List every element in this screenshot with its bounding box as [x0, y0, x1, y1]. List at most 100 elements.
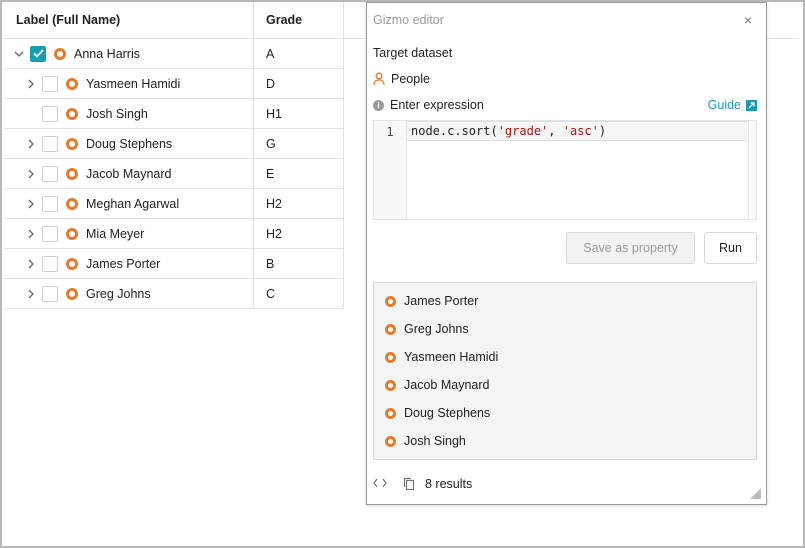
node-icon — [66, 137, 78, 150]
row-name: Greg Johns — [86, 286, 151, 301]
row-checkbox[interactable] — [42, 135, 58, 152]
node-icon — [385, 407, 396, 419]
code-suffix: ) — [598, 124, 607, 138]
code-view-icon[interactable] — [373, 477, 393, 491]
table-row[interactable]: Greg Johns C — [4, 279, 343, 309]
row-checkbox[interactable] — [42, 255, 58, 272]
code-arg-order: 'asc' — [562, 124, 599, 138]
node-icon — [66, 287, 78, 300]
result-item[interactable]: Greg Johns — [374, 315, 756, 343]
result-item[interactable]: Doug Stephens — [374, 399, 756, 427]
row-name: Josh Singh — [86, 106, 148, 121]
result-item[interactable]: James Porter — [374, 287, 756, 315]
result-item[interactable]: Yasmeen Hamidi — [374, 343, 756, 371]
code-arg-field: 'grade' — [497, 124, 549, 138]
grade-cell: A — [266, 46, 275, 61]
result-name: Jacob Maynard — [404, 378, 490, 392]
row-checkbox[interactable] — [42, 195, 58, 212]
run-button[interactable]: Run — [704, 232, 757, 264]
table-row[interactable]: Josh Singh H1 — [4, 99, 343, 129]
chevron-right-icon[interactable] — [24, 197, 38, 211]
save-as-property-button[interactable]: Save as property — [566, 232, 695, 264]
table-row[interactable]: Doug Stephens G — [4, 129, 343, 159]
label-cell: Yasmeen Hamidi — [4, 69, 254, 98]
grade-cell: D — [266, 76, 276, 91]
row-name: James Porter — [86, 256, 161, 271]
chevron-right-icon[interactable] — [24, 137, 38, 151]
guide-link[interactable]: Guide — [708, 98, 757, 112]
result-name: Yasmeen Hamidi — [404, 350, 499, 364]
column-header-grade[interactable]: Grade — [254, 2, 343, 38]
editor-scrollbar[interactable] — [748, 121, 756, 219]
node-icon — [385, 323, 396, 335]
label-cell: Mia Meyer — [4, 219, 254, 248]
row-checkbox[interactable] — [30, 45, 46, 62]
results-list: James Porter Greg Johns Yasmeen Hamidi Jaco… — [373, 282, 757, 460]
node-icon — [66, 227, 78, 240]
code-line[interactable]: node.c.sort('grade', 'asc') — [407, 121, 756, 141]
grade-cell: H2 — [266, 196, 282, 211]
code-separator: , — [548, 124, 563, 138]
expression-label: Enter expression — [390, 98, 484, 112]
table-row[interactable]: Mia Meyer H2 — [4, 219, 343, 249]
chevron-right-icon[interactable] — [24, 287, 38, 301]
grade-cell: H2 — [266, 226, 282, 241]
row-name: Yasmeen Hamidi — [86, 76, 181, 91]
data-table: Label (Full Name) Grade Anna Harris A Yasm… — [4, 2, 344, 309]
resize-handle-icon[interactable] — [750, 488, 761, 499]
chevron-down-icon[interactable] — [12, 47, 26, 61]
row-checkbox[interactable] — [42, 75, 58, 92]
result-name: James Porter — [404, 294, 479, 308]
table-row[interactable]: Anna Harris A — [4, 39, 343, 69]
row-checkbox[interactable] — [42, 285, 58, 302]
dataset-selector[interactable]: People — [373, 72, 430, 86]
node-icon — [66, 257, 78, 270]
result-item[interactable]: Josh Singh — [374, 427, 756, 455]
row-name: Anna Harris — [74, 46, 140, 61]
code-editor[interactable]: 1 node.c.sort('grade', 'asc') — [373, 120, 757, 220]
table-row[interactable]: Jacob Maynard E — [4, 159, 343, 189]
grade-cell: E — [266, 166, 275, 181]
external-link-icon — [746, 99, 757, 111]
chevron-right-icon[interactable] — [24, 257, 38, 271]
table-header: Label (Full Name) Grade — [4, 2, 343, 39]
line-number: 1 — [386, 125, 394, 139]
node-icon — [66, 77, 78, 90]
node-icon — [385, 435, 396, 447]
label-cell: Josh Singh — [4, 99, 254, 128]
close-icon[interactable]: × — [744, 12, 752, 28]
table-row[interactable]: Meghan Agarwal H2 — [4, 189, 343, 219]
table-row[interactable]: Yasmeen Hamidi D — [4, 69, 343, 99]
dataset-name: People — [391, 72, 430, 86]
copy-icon[interactable] — [403, 477, 415, 491]
label-cell: James Porter — [4, 249, 254, 278]
row-checkbox[interactable] — [42, 165, 58, 182]
column-header-label[interactable]: Label (Full Name) — [4, 2, 254, 38]
node-icon — [385, 295, 396, 307]
checkmark-icon — [32, 49, 44, 58]
info-icon[interactable]: i — [373, 99, 384, 111]
guide-label: Guide — [707, 98, 741, 112]
result-name: Josh Singh — [404, 434, 466, 448]
expression-label-row: i Enter expression — [373, 98, 484, 112]
chevron-right-icon[interactable] — [24, 167, 38, 181]
node-icon — [66, 107, 78, 120]
node-icon — [66, 167, 78, 180]
panel-title: Gizmo editor — [373, 13, 444, 27]
node-icon — [54, 47, 66, 60]
label-cell: Doug Stephens — [4, 129, 254, 158]
gizmo-editor-panel: Gizmo editor × Target dataset People i E… — [366, 2, 767, 505]
code-area[interactable]: node.c.sort('grade', 'asc') — [407, 121, 756, 219]
result-item[interactable]: Jacob Maynard — [374, 371, 756, 399]
grade-cell: G — [266, 136, 276, 151]
grade-cell: H1 — [266, 106, 282, 121]
results-footer: 8 results — [373, 477, 472, 491]
chevron-right-icon[interactable] — [24, 77, 38, 91]
row-checkbox[interactable] — [42, 225, 58, 242]
table-row[interactable]: James Porter B — [4, 249, 343, 279]
row-checkbox[interactable] — [42, 105, 58, 122]
table-body: Anna Harris A Yasmeen Hamidi D Josh Singh H1 D… — [4, 39, 343, 309]
chevron-right-icon[interactable] — [24, 227, 38, 241]
label-cell: Meghan Agarwal — [4, 189, 254, 218]
node-icon — [66, 197, 78, 210]
